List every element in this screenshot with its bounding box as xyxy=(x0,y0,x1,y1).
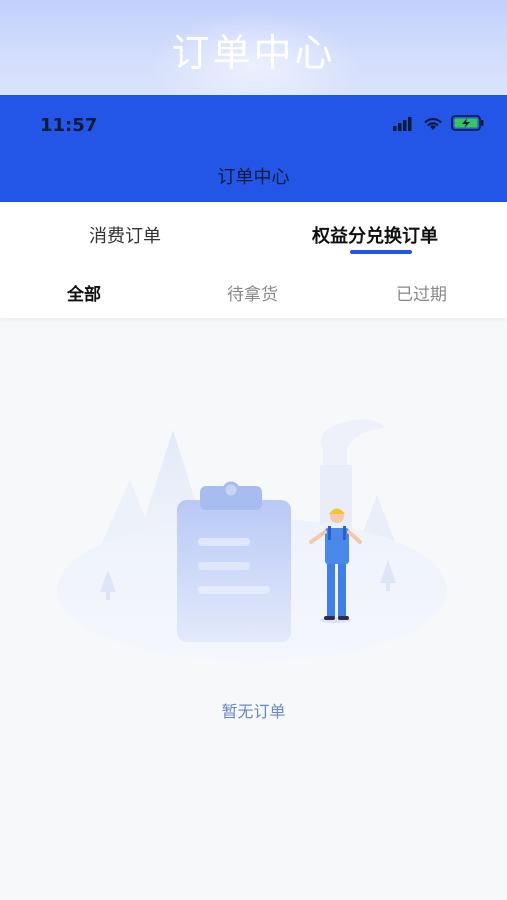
sub-tab-bar: 全部 待拿货 已过期 xyxy=(0,262,507,318)
subtab-pending-pickup[interactable]: 待拿货 xyxy=(227,280,278,305)
subtab-expired[interactable]: 已过期 xyxy=(396,280,447,305)
signal-icon xyxy=(393,116,415,135)
status-icons xyxy=(393,115,485,135)
empty-orders-message: 暂无订单 xyxy=(221,702,286,721)
tab-points-exchange-orders[interactable]: 权益分兑换订单 xyxy=(312,222,438,248)
main-tab-bar: 消费订单 权益分兑换订单 xyxy=(0,202,507,262)
app-banner: 订单中心 xyxy=(0,0,507,95)
active-tab-indicator xyxy=(350,250,412,254)
wifi-icon xyxy=(423,116,443,135)
subtab-all[interactable]: 全部 xyxy=(67,280,101,305)
page-title: 订单中心 xyxy=(217,167,290,188)
status-time: 11:57 xyxy=(40,115,98,136)
banner-title: 订单中心 xyxy=(171,31,336,75)
empty-orders-illustration xyxy=(55,410,455,680)
app-bar: 11:57 订单中心 xyxy=(0,95,507,202)
tab-consume-orders[interactable]: 消费订单 xyxy=(89,222,161,248)
battery-icon xyxy=(451,115,485,135)
